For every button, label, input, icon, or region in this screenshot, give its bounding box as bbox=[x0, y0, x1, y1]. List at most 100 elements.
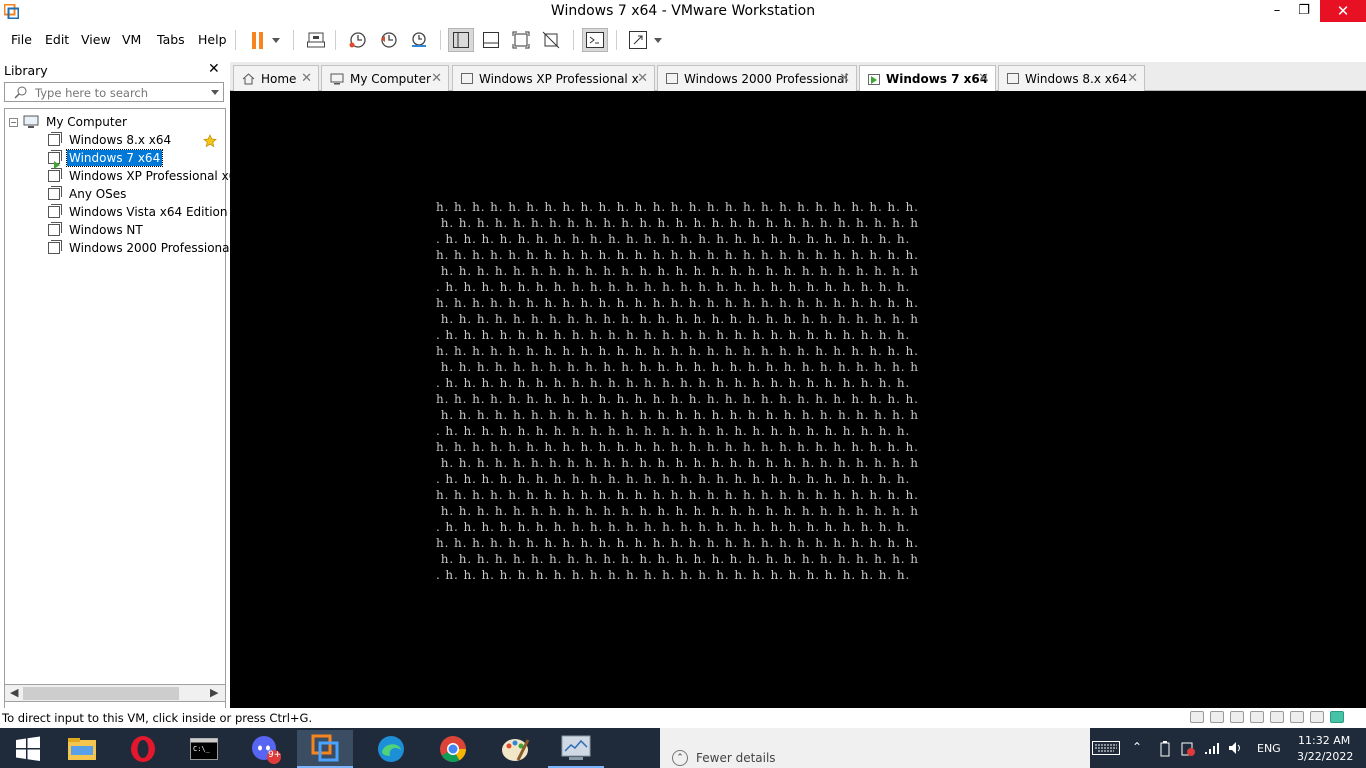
tab-my-computer[interactable]: My Computer ✕ bbox=[321, 65, 449, 91]
printer-icon[interactable] bbox=[1270, 711, 1284, 723]
tab-windows-7[interactable]: Windows 7 x64 ✕ bbox=[859, 65, 996, 92]
vm-running-icon bbox=[48, 150, 62, 169]
full-screen-icon[interactable] bbox=[508, 28, 534, 52]
tab-home[interactable]: Home ✕ bbox=[233, 65, 319, 91]
discord-icon[interactable]: 9+ bbox=[238, 730, 294, 768]
unity-icon[interactable] bbox=[538, 28, 564, 52]
favorite-star-icon[interactable] bbox=[203, 134, 217, 148]
tab-close-icon[interactable]: ✕ bbox=[1127, 71, 1138, 86]
revert-snapshot-icon[interactable] bbox=[376, 28, 402, 52]
collapse-icon[interactable]: − bbox=[9, 117, 18, 127]
tree-item-windows-xp[interactable]: Windows XP Professional x64 bbox=[48, 167, 246, 185]
discord-badge: 9+ bbox=[268, 750, 282, 760]
vm-icon bbox=[48, 204, 62, 218]
touch-keyboard-icon[interactable] bbox=[1092, 741, 1120, 755]
send-ctrl-alt-del-icon[interactable] bbox=[303, 28, 329, 52]
vm-running-icon bbox=[868, 73, 880, 85]
task-manager-window-fragment: ⌃ Fewer details bbox=[660, 728, 1090, 768]
wifi-signal-icon[interactable] bbox=[1204, 741, 1220, 755]
toolbar-separator bbox=[573, 30, 574, 50]
windows-start-icon[interactable] bbox=[0, 730, 56, 768]
file-explorer-icon[interactable] bbox=[54, 730, 110, 768]
message-log-icon[interactable] bbox=[1330, 711, 1344, 723]
dropdown-caret-icon[interactable] bbox=[266, 28, 286, 52]
snapshot-icon[interactable] bbox=[345, 28, 371, 52]
library-horizontal-scrollbar[interactable]: ◀ ▶ bbox=[4, 684, 226, 702]
paint-icon[interactable] bbox=[487, 730, 543, 768]
tab-close-icon[interactable]: ✕ bbox=[301, 71, 312, 86]
console-view-icon[interactable] bbox=[582, 28, 608, 52]
toolbar-separator bbox=[335, 30, 336, 50]
task-manager-icon[interactable] bbox=[548, 730, 604, 768]
vm-icon bbox=[48, 222, 62, 236]
scrollbar-thumb[interactable] bbox=[23, 687, 179, 700]
tree-root[interactable]: − My Computer bbox=[9, 113, 129, 131]
tab-close-icon[interactable]: ✕ bbox=[431, 71, 442, 86]
snapshot-manager-icon[interactable] bbox=[406, 28, 432, 52]
cmd-icon[interactable]: C:\_ bbox=[176, 730, 232, 768]
title-bar: Windows 7 x64 - VMware Workstation – ❐ ✕ bbox=[0, 0, 1366, 24]
search-input[interactable] bbox=[35, 85, 195, 100]
tree-item-label: Windows 7 x64 bbox=[65, 149, 164, 167]
language-indicator[interactable]: ENG bbox=[1257, 742, 1281, 755]
battery-icon[interactable] bbox=[1160, 741, 1170, 757]
menu-tabs[interactable]: Tabs bbox=[157, 32, 185, 47]
vm-console-screen[interactable]: h. h. h. h. h. h. h. h. h. h. h. h. h. h… bbox=[230, 91, 1366, 708]
usb-icon[interactable] bbox=[1250, 711, 1264, 723]
show-hidden-icons-icon[interactable]: ⌃ bbox=[1132, 740, 1142, 754]
tree-item-windows-vista[interactable]: Windows Vista x64 Edition bbox=[48, 203, 230, 221]
tab-close-icon[interactable]: ✕ bbox=[839, 71, 850, 86]
device-status-icons bbox=[1190, 711, 1344, 723]
tab-windows-2000[interactable]: Windows 2000 Professional ✕ bbox=[657, 65, 857, 91]
stretch-dropdown-caret-icon[interactable] bbox=[648, 28, 668, 52]
network-adapter-icon[interactable] bbox=[1230, 711, 1244, 723]
menu-file[interactable]: File bbox=[11, 32, 32, 47]
tab-windows-xp[interactable]: Windows XP Professional x64 ... ✕ bbox=[452, 65, 655, 91]
volume-icon[interactable] bbox=[1228, 741, 1244, 755]
restore-icon[interactable]: ❐ bbox=[1291, 0, 1317, 22]
scroll-right-icon[interactable]: ▶ bbox=[210, 686, 218, 699]
vmware-icon[interactable] bbox=[297, 730, 353, 768]
tab-close-icon[interactable]: ✕ bbox=[978, 71, 989, 86]
tree-item-windows-nt[interactable]: Windows NT bbox=[48, 221, 145, 239]
tree-item-windows-8x[interactable]: Windows 8.x x64 bbox=[48, 131, 173, 149]
clock-time[interactable]: 11:32 AM bbox=[1298, 734, 1350, 747]
tree-item-windows-7[interactable]: Windows 7 x64 bbox=[48, 149, 164, 169]
network-error-icon[interactable] bbox=[1180, 741, 1196, 757]
menu-edit[interactable]: Edit bbox=[45, 32, 69, 47]
chevron-up-icon: ⌃ bbox=[672, 750, 688, 766]
windows-taskbar: C:\_ 9+ ⌃ Fewer details ⌃ ENG 11:32 AM 3… bbox=[0, 728, 1366, 768]
vm-icon bbox=[461, 73, 473, 84]
scroll-left-icon[interactable]: ◀ bbox=[10, 686, 18, 699]
tab-label: Windows 8.x x64 bbox=[1025, 71, 1128, 86]
menu-vm[interactable]: VM bbox=[122, 32, 141, 47]
menu-view[interactable]: View bbox=[81, 32, 111, 47]
search-dropdown-icon[interactable] bbox=[211, 90, 219, 95]
library-search[interactable] bbox=[4, 82, 224, 102]
tab-label: Windows XP Professional x64 ... bbox=[479, 71, 639, 86]
tab-windows-8x[interactable]: Windows 8.x x64 ✕ bbox=[998, 65, 1145, 91]
tree-item-any-oses[interactable]: Any OSes bbox=[48, 185, 128, 203]
thumbnail-bar-icon[interactable] bbox=[478, 28, 504, 52]
hard-disk-icon[interactable] bbox=[1190, 711, 1204, 723]
show-library-icon[interactable] bbox=[448, 28, 474, 52]
edge-icon[interactable] bbox=[363, 730, 419, 768]
cd-dvd-icon[interactable] bbox=[1210, 711, 1224, 723]
window-title: Windows 7 x64 - VMware Workstation bbox=[550, 3, 816, 19]
home-icon bbox=[242, 72, 255, 84]
opera-icon[interactable] bbox=[115, 730, 171, 768]
vm-icon bbox=[48, 240, 62, 254]
sound-card-icon[interactable] bbox=[1290, 711, 1304, 723]
menu-help[interactable]: Help bbox=[198, 32, 227, 47]
minimize-icon[interactable]: – bbox=[1264, 0, 1290, 22]
fewer-details-button[interactable]: ⌃ Fewer details bbox=[672, 750, 776, 766]
library-panel: Library ✕ − My Computer Windows 8.x x64 … bbox=[0, 58, 244, 736]
chrome-icon[interactable] bbox=[425, 730, 481, 768]
tree-item-windows-2000[interactable]: Windows 2000 Professional bbox=[48, 239, 235, 257]
display-icon[interactable] bbox=[1310, 711, 1324, 723]
close-icon[interactable]: ✕ bbox=[1320, 0, 1366, 22]
library-close-icon[interactable]: ✕ bbox=[208, 61, 220, 77]
search-icon bbox=[14, 86, 27, 99]
tab-close-icon[interactable]: ✕ bbox=[637, 71, 648, 86]
clock-date[interactable]: 3/22/2022 bbox=[1297, 750, 1353, 763]
